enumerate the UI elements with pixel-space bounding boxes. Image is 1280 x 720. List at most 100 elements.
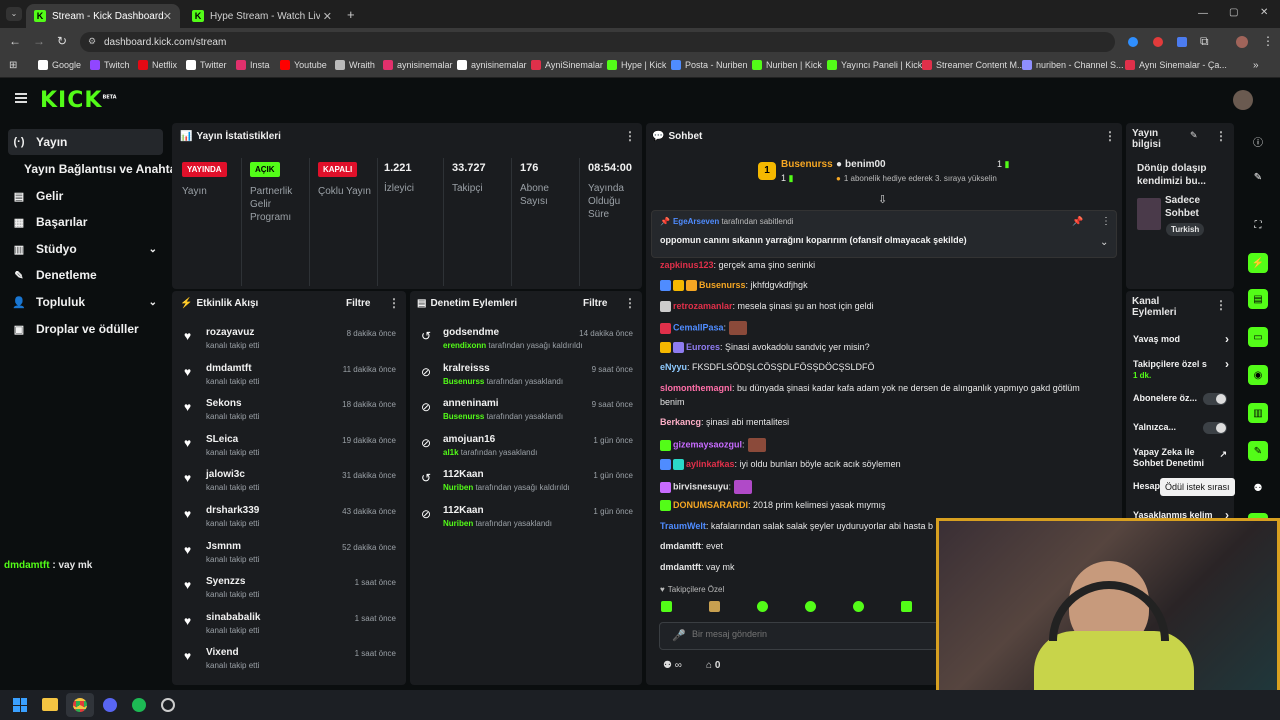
store-icon[interactable]: ⌂ — [706, 660, 712, 671]
file-explorer-icon[interactable] — [42, 698, 58, 711]
moderation-item[interactable]: ⊘ 112Kaan Nuriben tarafından yasaklandı 1 g… — [421, 505, 633, 541]
user-avatar[interactable] — [1233, 90, 1253, 110]
extensions-icon[interactable]: ⧉ — [1200, 34, 1209, 49]
activity-item[interactable]: ♥ Sekons kanalı takip etti 18 dakika önce — [184, 398, 396, 434]
chat-username[interactable]: dmdamtft — [660, 541, 701, 551]
close-icon[interactable]: ✕ — [163, 10, 172, 23]
chat-username[interactable]: Busenurss — [699, 280, 746, 290]
sidebar-item[interactable]: Yayın Bağlantısı ve Anahtarı — [8, 156, 184, 182]
tab-search-icon[interactable]: ⌄ — [6, 7, 22, 21]
moderation-item[interactable]: ⊘ kralreisss Busenurss tarafından yasaklan… — [421, 363, 633, 399]
info-icon[interactable]: ⓘ — [1248, 131, 1268, 151]
chat-username[interactable]: zapkinus123 — [660, 260, 714, 270]
activity-item[interactable]: ♥ drshark339 kanalı takip etti 43 dakika ön… — [184, 505, 396, 541]
wrench-action-icon[interactable]: ✎ — [1248, 441, 1268, 461]
activity-menu-icon[interactable]: ⋮ — [388, 296, 400, 310]
microphone-icon[interactable]: 🎤 — [672, 629, 686, 642]
apps-icon[interactable]: ⊞ — [9, 60, 17, 71]
bookmark-item[interactable]: Wraith — [335, 60, 375, 70]
channel-action-item[interactable]: Yavaş mod › — [1133, 333, 1229, 345]
activity-item[interactable]: ♥ dmdamtft kanalı takip etti 11 dakika önce — [184, 363, 396, 399]
chat-username[interactable]: gizemaysaozgul — [673, 439, 742, 449]
moderated-user[interactable]: anneninami — [443, 398, 499, 409]
chevron-right-icon[interactable]: › — [1225, 358, 1229, 370]
chat-username[interactable]: slomonthemagni — [660, 383, 732, 393]
emote-icon[interactable] — [805, 601, 816, 612]
infinity-icon[interactable]: ∞ — [675, 660, 682, 671]
moderated-user[interactable]: amojuan16 — [443, 434, 495, 445]
stream-category[interactable]: Sadece Sohbet — [1165, 194, 1225, 220]
extension-icon[interactable] — [1128, 37, 1138, 47]
reload-icon[interactable]: ↻ — [57, 34, 67, 48]
site-info-icon[interactable]: ⚙ — [88, 36, 96, 47]
bookmark-item[interactable]: AyniSinemalar — [531, 60, 603, 70]
channel-action-item[interactable]: Abonelere öz... — [1133, 393, 1229, 405]
bookmark-item[interactable]: Streamer Content M... — [922, 60, 1025, 70]
emote-icon[interactable] — [757, 601, 768, 612]
emote-icon[interactable] — [661, 601, 672, 612]
activity-item[interactable]: ♥ sinababalik kanalı takip etti 1 saat önce — [184, 612, 396, 648]
moderator-name[interactable]: Nuriben — [443, 519, 473, 528]
sidebar-item[interactable]: ✎ Denetleme — [8, 262, 163, 288]
chat-username[interactable]: aylinkafkas — [686, 459, 735, 469]
extension-icon[interactable] — [1153, 37, 1163, 47]
chat-username[interactable]: retrozamanlar — [673, 301, 733, 311]
moderator-name[interactable]: al1k — [443, 448, 459, 457]
channel-action-item[interactable]: Yalnızca... — [1133, 422, 1229, 434]
sub-user2-name[interactable]: benim00 — [845, 159, 886, 170]
bookmark-item[interactable]: Nuriben | Kick — [752, 60, 822, 70]
sidebar-item[interactable]: ▤ Gelir — [8, 183, 163, 209]
crop-icon[interactable]: ⛶ — [1248, 215, 1268, 235]
document-action-icon[interactable]: ▤ — [1248, 289, 1268, 309]
moderator-name[interactable]: Busenurss — [443, 377, 484, 386]
windows-start-icon[interactable] — [13, 698, 27, 712]
sidebar-item[interactable]: ▦ Başarılar — [8, 209, 163, 235]
activity-item[interactable]: ♥ jalowi3c kanalı takip etti 31 dakika önce — [184, 469, 396, 505]
expand-arrow-icon[interactable]: ⇩ — [878, 193, 887, 206]
category-thumbnail[interactable] — [1137, 198, 1161, 230]
users-icon[interactable]: ⚉ — [663, 660, 672, 671]
back-icon[interactable]: ← — [9, 34, 21, 48]
moderated-user[interactable]: godsendme — [443, 327, 499, 338]
maximize-icon[interactable]: ▢ — [1229, 7, 1238, 18]
toggle-switch[interactable] — [1203, 393, 1227, 405]
moderation-item[interactable]: ⊘ anneninami Busenurss tarafından yasaklan… — [421, 398, 633, 434]
stats-menu-icon[interactable]: ⋮ — [624, 129, 636, 143]
bolt-action-icon[interactable]: ⚡ — [1248, 253, 1268, 273]
chat-input-box[interactable]: 🎤 — [659, 622, 959, 650]
bookmark-item[interactable]: nuriben - Channel S... — [1022, 60, 1124, 70]
moderation-menu-icon[interactable]: ⋮ — [624, 296, 636, 310]
bookmark-item[interactable]: Youtube — [280, 60, 327, 70]
close-icon[interactable]: ✕ — [323, 10, 332, 23]
chat-input[interactable] — [692, 629, 892, 639]
chat-username[interactable]: dmdamtft — [660, 562, 701, 572]
chrome-taskbar-button[interactable] — [66, 693, 94, 717]
activity-item[interactable]: ♥ Jsmnm kanalı takip etti 52 dakika önce — [184, 541, 396, 577]
chat-username[interactable]: Berkancg — [660, 417, 701, 427]
chat-username[interactable]: Eurores — [686, 342, 720, 352]
bookmark-item[interactable]: Insta — [236, 60, 270, 70]
forward-icon[interactable]: → — [33, 34, 45, 48]
moderator-name[interactable]: erendixonn — [443, 341, 486, 350]
emote-icon[interactable] — [853, 601, 864, 612]
activity-filter-button[interactable]: Filtre — [346, 298, 370, 309]
sidebar-item[interactable]: ▣ Droplar ve ödüller — [8, 316, 163, 342]
sidebar-item[interactable]: 👤 Topluluk ⌄ — [8, 289, 163, 315]
unpin-icon[interactable]: 📌 — [1072, 216, 1083, 227]
pinned-by-user[interactable]: EgeArseven — [673, 217, 719, 226]
chat-username[interactable]: eNyyu — [660, 362, 687, 372]
bookmark-item[interactable]: Yayıncı Paneli | Kick — [827, 60, 922, 70]
bookmark-item[interactable]: Twitch — [90, 60, 130, 70]
activity-item[interactable]: ♥ SLeica kanalı takip etti 19 dakika önce — [184, 434, 396, 470]
chat-username[interactable]: CemallPasa — [673, 322, 724, 332]
chevron-down-icon[interactable]: ⌄ — [1100, 237, 1108, 248]
chevron-down-icon[interactable]: ⌄ — [149, 297, 157, 308]
chevron-right-icon[interactable]: › — [1225, 333, 1229, 345]
chevron-down-icon[interactable]: ⌄ — [149, 244, 157, 255]
chat-username[interactable]: DONUMSARARDI — [673, 500, 748, 510]
edit-pencil-icon[interactable]: ✎ — [1190, 130, 1198, 141]
moderated-user[interactable]: kralreisss — [443, 363, 490, 374]
channel-action-item[interactable]: Takipçilere özel s 1 dk. › — [1133, 358, 1229, 381]
bookmark-item[interactable]: aynisinemalar — [383, 60, 453, 70]
bookmark-item[interactable]: Hype | Kick — [607, 60, 666, 70]
